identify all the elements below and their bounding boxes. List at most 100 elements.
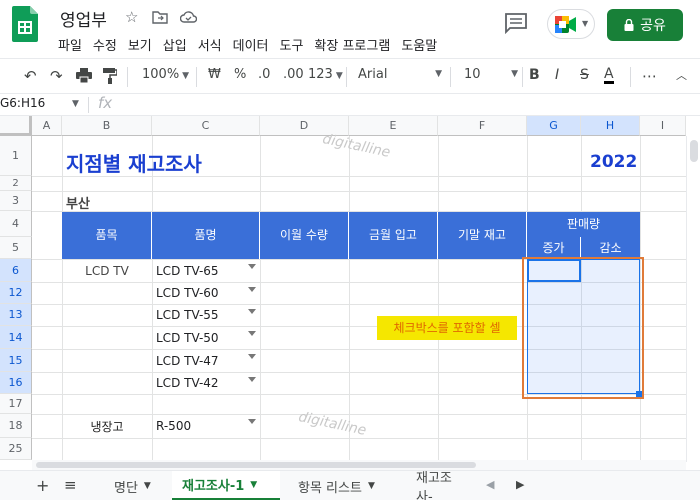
text-color-button[interactable]: A xyxy=(604,67,614,84)
scroll-thumb[interactable] xyxy=(690,140,698,162)
decrease-decimal-button[interactable]: .0 xyxy=(258,67,270,82)
row-header-16[interactable]: 16 xyxy=(0,372,32,394)
header-decrease[interactable]: 감소 xyxy=(581,237,640,259)
sheet-tab-bar: + ≡ 명단 ▼ 재고조사-1 ▼ 항목 리스트 ▼ 재고조사- ◀ ▶ xyxy=(0,470,700,500)
percent-format-button[interactable]: % xyxy=(234,67,246,82)
product-dropdown[interactable]: LCD TV-55 xyxy=(152,304,260,326)
header-increase[interactable]: 증가 xyxy=(527,237,581,259)
header-product[interactable]: 품명 xyxy=(152,212,260,259)
scroll-tabs-left-icon[interactable]: ◀ xyxy=(486,478,494,491)
column-header-f[interactable]: F xyxy=(438,116,527,136)
horizontal-scrollbar[interactable] xyxy=(32,460,686,470)
menu-tools[interactable]: 도구 xyxy=(280,35,304,54)
product-dropdown[interactable]: R-500 xyxy=(152,414,260,438)
menu-edit[interactable]: 수정 xyxy=(93,35,117,54)
scroll-tabs-right-icon[interactable]: ▶ xyxy=(516,478,524,491)
sheet-tab[interactable]: 명단 ▼ xyxy=(104,471,161,500)
more-formats-button[interactable]: 123 ▼ xyxy=(308,67,343,82)
row-header-14[interactable]: 14 xyxy=(0,326,32,349)
row-header-12[interactable]: 12 xyxy=(0,282,32,304)
column-header-h[interactable]: H xyxy=(581,116,640,136)
more-options-button[interactable]: ⋯ xyxy=(642,67,657,85)
column-header-b[interactable]: B xyxy=(62,116,152,136)
row-header-18[interactable]: 18 xyxy=(0,414,32,438)
add-sheet-icon[interactable]: + xyxy=(36,476,49,495)
sheet-tab-active[interactable]: 재고조사-1 ▼ xyxy=(172,471,280,500)
vertical-scrollbar[interactable] xyxy=(686,136,700,462)
menu-file[interactable]: 파일 xyxy=(58,35,82,54)
product-dropdown[interactable]: LCD TV-47 xyxy=(152,349,260,372)
row-header-6[interactable]: 6 xyxy=(0,259,32,282)
star-icon[interactable]: ☆ xyxy=(125,8,138,26)
sheets-logo-icon[interactable] xyxy=(12,6,38,42)
header-end-stock[interactable]: 기말 재고 xyxy=(438,212,527,259)
header-item[interactable]: 품목 xyxy=(62,212,152,259)
italic-button[interactable]: I xyxy=(555,67,559,83)
column-header-g[interactable]: G xyxy=(527,116,581,136)
comment-icon[interactable] xyxy=(503,12,529,34)
print-icon[interactable] xyxy=(76,68,92,83)
bold-button[interactable]: B xyxy=(529,67,540,83)
zoom-select[interactable]: 100% ▼ xyxy=(142,67,189,82)
menu-format[interactable]: 서식 xyxy=(198,35,222,54)
select-all-corner[interactable] xyxy=(0,116,32,136)
row-header-15[interactable]: 15 xyxy=(0,349,32,372)
row-header-3[interactable]: 3 xyxy=(0,191,32,211)
fill-handle[interactable] xyxy=(636,391,642,397)
column-header-a[interactable]: A xyxy=(32,116,62,136)
toolbar-divider xyxy=(450,67,451,87)
header-this-month-in[interactable]: 금월 입고 xyxy=(349,212,438,259)
row-header-17[interactable]: 17 xyxy=(0,394,32,414)
sheet-title[interactable]: 지점별 재고조사 xyxy=(66,148,202,177)
currency-format-button[interactable]: ₩ xyxy=(208,67,221,82)
row-header-5[interactable]: 5 xyxy=(0,237,32,259)
row-header-13[interactable]: 13 xyxy=(0,304,32,326)
menu-extensions[interactable]: 확장 프로그램 xyxy=(314,35,390,54)
redo-icon[interactable]: ↷ xyxy=(50,67,63,85)
active-cell[interactable] xyxy=(527,259,581,282)
cloud-status-icon[interactable] xyxy=(180,10,197,24)
more-formats-label: 123 xyxy=(308,67,333,82)
column-header-e[interactable]: E xyxy=(349,116,438,136)
sheet-tab[interactable]: 재고조사- xyxy=(406,471,476,500)
sheet-tab-label: 재고조사- xyxy=(416,471,452,500)
product-dropdown[interactable]: LCD TV-65 xyxy=(152,259,260,282)
row-header-4[interactable]: 4 xyxy=(0,211,32,237)
all-sheets-icon[interactable]: ≡ xyxy=(64,476,77,494)
product-dropdown[interactable]: LCD TV-50 xyxy=(152,326,260,349)
menu-data[interactable]: 데이터 xyxy=(233,35,269,54)
document-title[interactable]: 영업부 xyxy=(60,6,107,31)
font-select[interactable]: Arial ▼ xyxy=(358,67,442,82)
name-box[interactable]: G6:H16 xyxy=(0,96,45,110)
menu-insert[interactable]: 삽입 xyxy=(163,35,187,54)
header-prev-qty[interactable]: 이월 수량 xyxy=(260,212,349,259)
header-sales[interactable]: 판매량 xyxy=(527,212,640,237)
chevron-down-icon[interactable]: ▼ xyxy=(72,99,79,109)
increase-decimal-button[interactable]: .00 xyxy=(283,67,304,82)
product-dropdown[interactable]: LCD TV-60 xyxy=(152,282,260,304)
formula-input[interactable] xyxy=(128,94,700,116)
row-header-2[interactable]: 2 xyxy=(0,176,32,191)
undo-icon[interactable]: ↶ xyxy=(24,67,37,85)
sheet-tab[interactable]: 항목 리스트 ▼ xyxy=(288,471,385,500)
move-folder-icon[interactable] xyxy=(152,10,168,24)
share-button[interactable]: 공유 xyxy=(607,9,683,41)
item-fridge[interactable]: 냉장고 xyxy=(62,418,152,435)
paint-format-icon[interactable] xyxy=(103,68,117,84)
menu-view[interactable]: 보기 xyxy=(128,35,152,54)
column-header-i[interactable]: I xyxy=(640,116,686,136)
scroll-thumb[interactable] xyxy=(36,462,476,468)
row-header-25[interactable]: 25 xyxy=(0,438,32,460)
menu-help[interactable]: 도움말 xyxy=(401,35,437,54)
product-dropdown[interactable]: LCD TV-42 xyxy=(152,372,260,394)
column-header-c[interactable]: C xyxy=(152,116,260,136)
row-header-1[interactable]: 1 xyxy=(0,136,32,176)
item-lcd-tv[interactable]: LCD TV xyxy=(62,264,152,278)
year-cell[interactable]: 2022 xyxy=(590,152,637,172)
strikethrough-button[interactable]: S xyxy=(580,67,589,83)
meet-button[interactable]: ▼ xyxy=(547,9,595,39)
branch-cell[interactable]: 부산 xyxy=(66,193,90,212)
dropdown-arrow-icon xyxy=(248,309,256,314)
font-size-select[interactable]: 10 ▼ xyxy=(464,67,518,82)
collapse-toolbar-icon[interactable]: ︿ xyxy=(676,67,687,83)
